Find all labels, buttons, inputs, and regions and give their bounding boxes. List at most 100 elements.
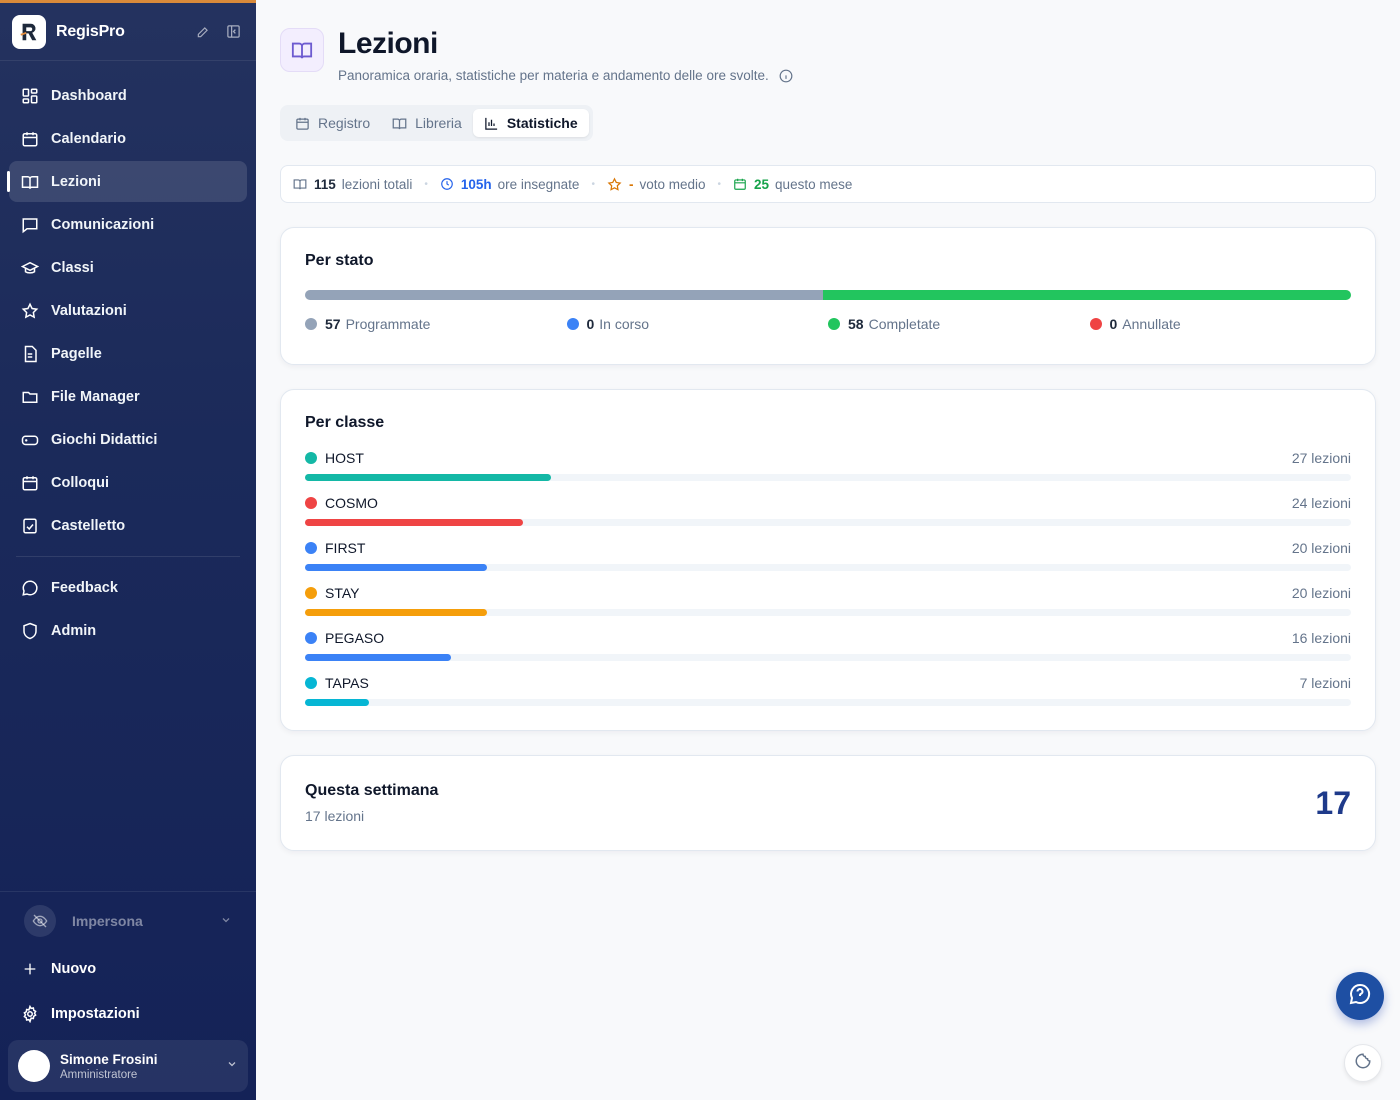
- class-count: 7 lezioni: [1299, 675, 1351, 691]
- shield-icon: [20, 621, 40, 641]
- sidebar-item-pagelle[interactable]: Pagelle: [9, 333, 247, 374]
- new-button[interactable]: Nuovo: [0, 946, 256, 991]
- legend-count: 0: [1109, 316, 1118, 332]
- user-menu[interactable]: Simone Frosini Amministratore: [8, 1040, 248, 1092]
- calendar-icon: [733, 177, 747, 191]
- info-icon[interactable]: [779, 69, 793, 83]
- class-count: 20 lezioni: [1291, 585, 1351, 601]
- help-button[interactable]: [1336, 972, 1384, 1020]
- legend-item-annullate: 0 Annullate: [1089, 316, 1352, 332]
- status-segment: [823, 290, 1351, 300]
- separator-dot: •: [717, 178, 722, 190]
- sidebar-item-colloqui[interactable]: Colloqui: [9, 462, 247, 503]
- class-dot: [305, 587, 317, 599]
- book-open-icon: [280, 28, 324, 72]
- class-list: HOST 27 lezioni COSMO 24 lezioni FIRST 2…: [305, 450, 1351, 706]
- avatar: [18, 1050, 50, 1082]
- view-tabs: Registro Libreria Statistiche: [280, 105, 593, 141]
- sidebar-item-label: Lezioni: [51, 173, 101, 190]
- sidebar-item-admin[interactable]: Admin: [9, 610, 247, 651]
- sidebar-item-label: Giochi Didattici: [51, 431, 158, 448]
- settings-link[interactable]: Impostazioni: [0, 991, 256, 1036]
- chevron-down-icon: [226, 1057, 238, 1075]
- class-progress-fill: [305, 699, 369, 706]
- app-name: RegisPro: [56, 22, 125, 40]
- sidebar-item-classi[interactable]: Classi: [9, 247, 247, 288]
- eye-off-icon: [24, 905, 56, 937]
- class-name: TAPAS: [325, 675, 369, 691]
- graduation-cap-icon: [20, 258, 40, 278]
- legend-dot: [828, 318, 840, 330]
- legend-label: In corso: [599, 316, 650, 332]
- tab-registro[interactable]: Registro: [284, 109, 381, 137]
- sidebar-item-dashboard[interactable]: Dashboard: [9, 75, 247, 116]
- legend-dot: [1089, 318, 1102, 330]
- sidebar-item-castelletto[interactable]: Castelletto: [9, 505, 247, 546]
- page-header: Lezioni Panoramica oraria, statistiche p…: [280, 28, 1376, 83]
- tab-libreria[interactable]: Libreria: [381, 109, 473, 137]
- stat-vote: - voto medio: [607, 177, 706, 192]
- user-role: Amministratore: [60, 1068, 138, 1081]
- app-logo[interactable]: [12, 14, 46, 49]
- legend-count: 58: [848, 316, 864, 332]
- sidebar-item-label: Valutazioni: [51, 302, 127, 319]
- week-card-title: Questa settimana: [305, 782, 439, 799]
- stat-hours-value: 105h: [460, 176, 492, 192]
- sidebar-item-comunicazioni[interactable]: Comunicazioni: [9, 204, 247, 245]
- class-dot: [305, 677, 317, 689]
- sidebar-item-lezioni[interactable]: Lezioni: [7, 161, 247, 202]
- bar-chart-icon: [484, 116, 499, 131]
- stat-vote-value: -: [628, 176, 634, 192]
- class-progress-track: [305, 654, 1351, 661]
- cookie-button[interactable]: [1344, 1044, 1382, 1082]
- nav-divider: [16, 556, 240, 557]
- class-name: FIRST: [325, 540, 366, 556]
- class-row: HOST 27 lezioni: [305, 450, 1351, 481]
- legend-item-completate: 58 Completate: [828, 316, 1090, 332]
- class-count: 27 lezioni: [1291, 450, 1351, 466]
- impersona-select[interactable]: Impersona: [12, 900, 244, 942]
- class-row-head: FIRST 20 lezioni: [305, 540, 1351, 556]
- sidebar-item-giochi-didattici[interactable]: Giochi Didattici: [9, 419, 247, 460]
- class-progress-track: [305, 474, 1351, 481]
- sidebar-item-calendario[interactable]: Calendario: [9, 118, 247, 159]
- stat-total-label: lezioni totali: [341, 176, 413, 192]
- help-icon: [1348, 982, 1372, 1011]
- class-progress-track: [305, 609, 1351, 616]
- collapse-sidebar-icon[interactable]: [222, 21, 244, 43]
- class-row: COSMO 24 lezioni: [305, 495, 1351, 526]
- class-dot: [305, 497, 317, 509]
- legend-label: Annullate: [1122, 316, 1181, 332]
- edit-icon[interactable]: [192, 21, 214, 43]
- sidebar-item-file-manager[interactable]: File Manager: [9, 376, 247, 417]
- class-row-head: TAPAS 7 lezioni: [305, 675, 1351, 691]
- tab-label: Registro: [318, 115, 371, 131]
- sidebar-item-label: File Manager: [51, 388, 140, 405]
- report-icon: [20, 344, 40, 364]
- page-subtitle-text: Panoramica oraria, statistiche per mater…: [338, 68, 769, 83]
- week-count: 17: [1315, 784, 1351, 821]
- chat-icon: [20, 578, 40, 598]
- separator-dot: •: [424, 178, 428, 190]
- footer-divider: [0, 891, 256, 892]
- main-content: Lezioni Panoramica oraria, statistiche p…: [280, 0, 1376, 851]
- sidebar-item-feedback[interactable]: Feedback: [9, 567, 247, 608]
- calendar-icon: [20, 473, 40, 493]
- class-row-head: STAY 20 lezioni: [305, 585, 1351, 601]
- summary-bar: 115 lezioni totali • 105h ore insegnate …: [280, 165, 1376, 203]
- separator-dot: •: [591, 178, 595, 190]
- class-count: 20 lezioni: [1291, 540, 1351, 556]
- week-text: Questa settimana 17 lezioni: [305, 782, 438, 824]
- message-icon: [20, 215, 40, 235]
- legend-label: Programmate: [345, 316, 431, 332]
- sidebar-item-label: Feedback: [51, 579, 118, 596]
- star-icon: [607, 176, 622, 192]
- brand-header: RegisPro: [0, 3, 256, 61]
- book-open-icon: [392, 116, 407, 131]
- class-row: STAY 20 lezioni: [305, 585, 1351, 616]
- tab-statistiche[interactable]: Statistiche: [472, 109, 589, 137]
- stat-vote-label: voto medio: [639, 176, 706, 192]
- class-name: STAY: [325, 585, 360, 601]
- sidebar-item-valutazioni[interactable]: Valutazioni: [9, 290, 247, 331]
- legend-item-programmate: 57 Programmate: [305, 316, 567, 332]
